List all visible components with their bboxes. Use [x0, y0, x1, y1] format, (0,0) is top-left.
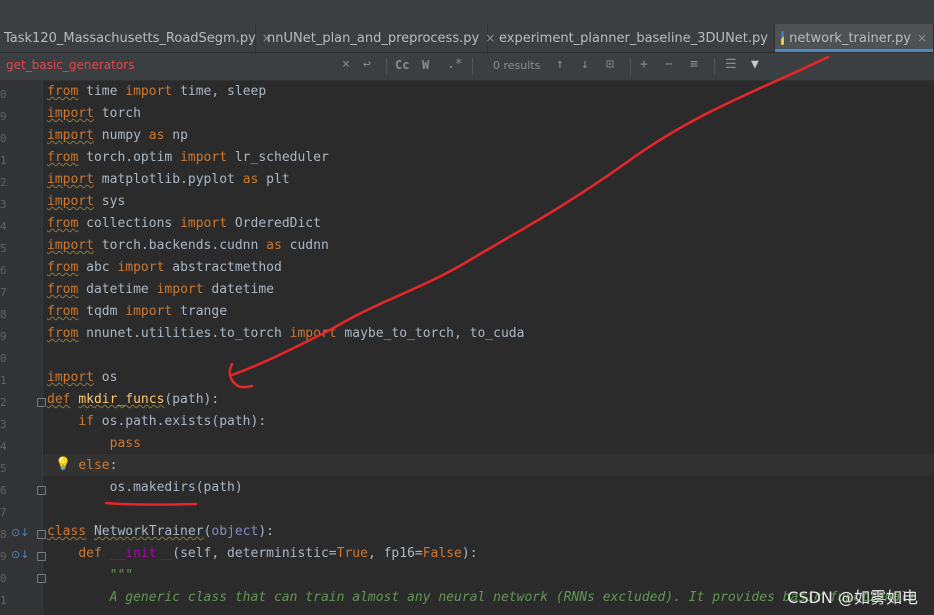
annotation-arrow — [230, 55, 830, 377]
watermark: CSDN @如雾如电 — [787, 588, 918, 607]
annotation-underline — [104, 501, 198, 506]
red-annotation-overlay — [104, 55, 830, 506]
